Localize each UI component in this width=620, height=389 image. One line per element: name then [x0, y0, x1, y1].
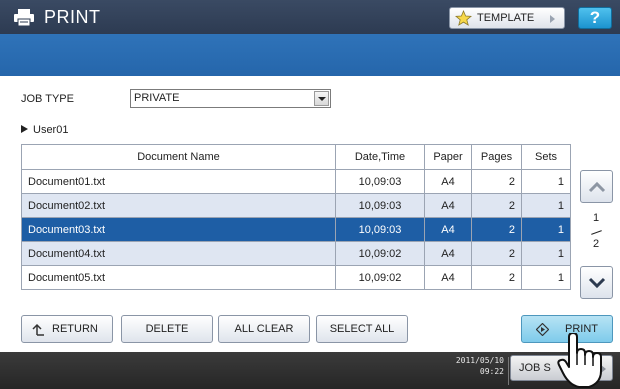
return-button-label: RETURN — [52, 323, 98, 335]
cell-sets: 1 — [521, 193, 571, 218]
all-clear-button[interactable]: ALL CLEAR — [218, 315, 310, 343]
arrow-right-icon — [601, 365, 606, 373]
cell-pages: 2 — [471, 169, 522, 194]
status-time: 09:22 — [479, 367, 504, 376]
template-button[interactable]: TEMPLATE — [449, 7, 565, 29]
page-divider — [591, 230, 602, 235]
job-status-label: JOB S — [519, 362, 551, 374]
return-arrow-icon — [32, 323, 44, 336]
column-header-pages[interactable]: Pages — [471, 144, 522, 170]
status-datetime: 2011/05/10 09:22 — [432, 355, 504, 377]
cell-sets: 1 — [521, 217, 571, 242]
status-divider — [508, 357, 509, 385]
column-header-sets[interactable]: Sets — [521, 144, 571, 170]
cell-date-time: 10,09:03 — [335, 169, 425, 194]
cell-paper: A4 — [424, 217, 472, 242]
user-name: User01 — [33, 124, 69, 136]
status-date: 2011/05/10 — [455, 356, 504, 365]
job-status-button[interactable]: JOB S — [510, 355, 613, 381]
table-row[interactable]: Document01.txt 10,09:03 A4 2 1 — [21, 169, 571, 194]
delete-button[interactable]: DELETE — [121, 315, 213, 343]
arrow-right-icon — [550, 15, 555, 23]
cell-date-time: 10,09:02 — [335, 265, 425, 290]
cell-sets: 1 — [521, 169, 571, 194]
table-header-row: Document Name Date,Time Paper Pages Sets — [21, 144, 571, 170]
column-header-document-name[interactable]: Document Name — [21, 144, 336, 170]
job-type-label: JOB TYPE — [21, 93, 74, 105]
chevron-up-icon — [588, 181, 606, 193]
table-row[interactable]: Document04.txt 10,09:02 A4 2 1 — [21, 241, 571, 266]
triangle-right-icon — [21, 125, 28, 133]
cell-document-name: Document02.txt — [21, 193, 336, 218]
printer-icon — [14, 9, 34, 26]
table-row[interactable]: Document05.txt 10,09:02 A4 2 1 — [21, 265, 571, 290]
star-icon — [455, 10, 472, 26]
job-table: Document Name Date,Time Paper Pages Sets… — [21, 144, 571, 290]
column-header-paper[interactable]: Paper — [424, 144, 472, 170]
cell-pages: 2 — [471, 265, 522, 290]
cell-sets: 1 — [521, 265, 571, 290]
chevron-down-icon — [588, 277, 606, 289]
cell-paper: A4 — [424, 241, 472, 266]
page-current: 1 — [592, 212, 600, 224]
scroll-up-button[interactable] — [580, 170, 613, 203]
help-button[interactable]: ? — [578, 7, 612, 29]
cell-pages: 2 — [471, 241, 522, 266]
table-row[interactable]: Document02.txt 10,09:03 A4 2 1 — [21, 193, 571, 218]
cell-document-name: Document03.txt — [21, 217, 336, 242]
job-type-value: PRIVATE — [134, 92, 180, 104]
header-bar: PRINT TEMPLATE ? — [0, 0, 620, 34]
cell-paper: A4 — [424, 193, 472, 218]
job-type-select[interactable]: PRIVATE — [130, 89, 331, 108]
page-indicator: 1 2 — [582, 212, 610, 260]
return-button[interactable]: RETURN — [21, 315, 113, 343]
cell-paper: A4 — [424, 169, 472, 194]
template-button-label: TEMPLATE — [477, 12, 535, 24]
page-title: PRINT — [44, 7, 101, 27]
print-button-label: PRINT — [565, 323, 598, 335]
cell-document-name: Document01.txt — [21, 169, 336, 194]
message-band — [0, 34, 620, 76]
page-total: 2 — [592, 238, 600, 250]
column-header-date-time[interactable]: Date,Time — [335, 144, 425, 170]
cell-date-time: 10,09:02 — [335, 241, 425, 266]
cell-date-time: 10,09:03 — [335, 193, 425, 218]
cell-pages: 2 — [471, 193, 522, 218]
print-button[interactable]: PRINT — [521, 315, 613, 343]
select-all-button[interactable]: SELECT ALL — [316, 315, 408, 343]
table-row-selected[interactable]: Document03.txt 10,09:03 A4 2 1 — [21, 217, 571, 242]
diamond-start-icon — [536, 323, 549, 336]
cell-document-name: Document04.txt — [21, 241, 336, 266]
cell-pages: 2 — [471, 217, 522, 242]
cell-date-time: 10,09:03 — [335, 217, 425, 242]
user-label: User01 — [21, 124, 68, 136]
cell-sets: 1 — [521, 241, 571, 266]
cell-document-name: Document05.txt — [21, 265, 336, 290]
cell-paper: A4 — [424, 265, 472, 290]
scroll-down-button[interactable] — [580, 266, 613, 299]
dropdown-arrow-icon[interactable] — [314, 91, 329, 106]
